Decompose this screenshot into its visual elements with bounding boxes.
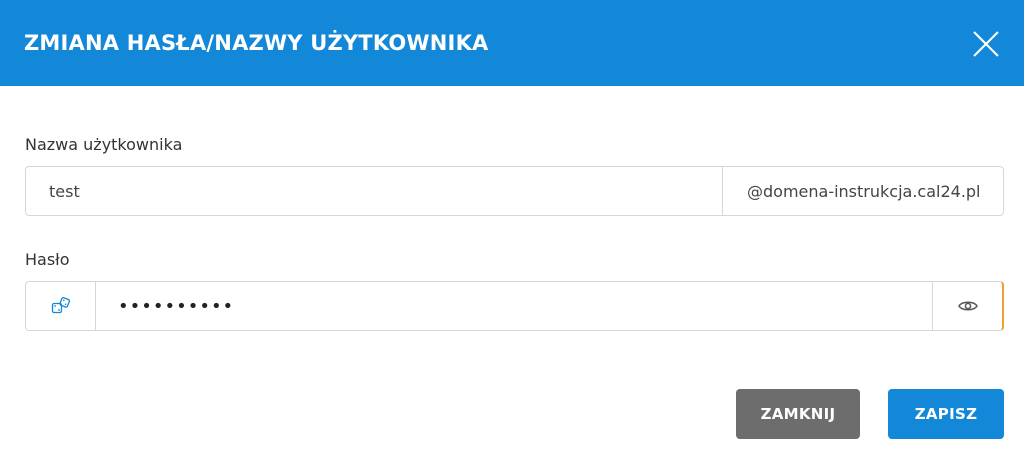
- close-button[interactable]: ZAMKNIJ: [736, 389, 860, 439]
- password-field-group: [25, 281, 1004, 331]
- username-label: Nazwa użytkownika: [25, 135, 183, 154]
- save-button[interactable]: ZAPISZ: [888, 389, 1004, 439]
- username-field-group: @domena-instrukcja.cal24.pl: [25, 166, 1004, 216]
- dialog-header: ZMIANA HASŁA/NAZWY UŻYTKOWNIKA: [0, 0, 1024, 86]
- dialog-title: ZMIANA HASŁA/NAZWY UŻYTKOWNIKA: [24, 31, 489, 55]
- generate-password-button[interactable]: [26, 282, 96, 330]
- password-input[interactable]: [96, 282, 932, 330]
- domain-suffix: @domena-instrukcja.cal24.pl: [722, 167, 1003, 215]
- username-input[interactable]: [26, 167, 722, 215]
- eye-icon: [957, 301, 978, 311]
- change-password-dialog: ZMIANA HASŁA/NAZWY UŻYTKOWNIKA Nazwa uży…: [0, 0, 1024, 452]
- close-icon[interactable]: [970, 28, 1002, 60]
- dice-icon: [51, 297, 70, 314]
- toggle-password-visibility[interactable]: [932, 282, 1002, 330]
- password-label: Hasło: [25, 250, 70, 269]
